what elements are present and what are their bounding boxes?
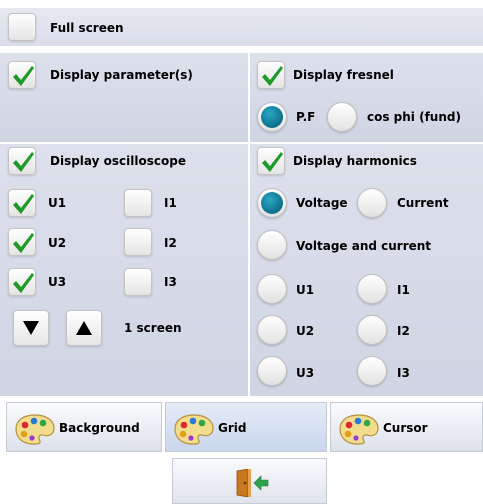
voltage-radio[interactable]: [257, 188, 287, 218]
display-parameters-panel: Display parameter(s): [0, 53, 248, 142]
check-icon: [11, 271, 35, 295]
display-parameters-checkbox[interactable]: [8, 61, 36, 89]
grid-color-button[interactable]: Grid: [165, 402, 327, 452]
background-button-label: Background: [59, 421, 140, 435]
harmonics-u1-radio[interactable]: [257, 274, 287, 304]
check-icon: [11, 64, 35, 88]
screen-up-button[interactable]: [66, 310, 102, 346]
u2-label: U2: [48, 236, 67, 250]
display-oscilloscope-checkbox[interactable]: [8, 147, 36, 175]
current-label: Current: [397, 196, 449, 210]
harmonics-i3-label: I3: [397, 366, 410, 380]
full-screen-row: Full screen: [0, 8, 483, 46]
background-color-button[interactable]: Background: [6, 402, 162, 452]
check-icon: [11, 150, 35, 174]
harmonics-u2-radio[interactable]: [257, 315, 287, 345]
check-icon: [260, 150, 284, 174]
u1-label: U1: [48, 196, 67, 210]
cursor-color-button[interactable]: Cursor: [330, 402, 483, 452]
display-fresnel-label: Display fresnel: [293, 68, 394, 82]
exit-button[interactable]: [172, 458, 327, 504]
oscilloscope-panel: Display oscilloscope U1 I1 U2 I2 U3 I3 1…: [0, 144, 248, 396]
display-parameters-label: Display parameter(s): [50, 68, 193, 82]
cursor-button-label: Cursor: [383, 421, 428, 435]
i2-label: I2: [164, 236, 177, 250]
i1-label: I1: [164, 196, 177, 210]
voltage-label: Voltage: [296, 196, 348, 210]
check-icon: [11, 192, 35, 216]
cos-phi-radio[interactable]: [327, 102, 357, 132]
screen-down-button[interactable]: [13, 310, 49, 346]
display-fresnel-checkbox[interactable]: [257, 61, 285, 89]
grid-button-label: Grid: [218, 421, 247, 435]
pf-radio[interactable]: [257, 102, 287, 132]
harmonics-i2-radio[interactable]: [357, 315, 387, 345]
voltage-and-current-radio[interactable]: [257, 230, 287, 260]
full-screen-label: Full screen: [50, 21, 124, 35]
display-harmonics-label: Display harmonics: [293, 154, 417, 168]
voltage-and-current-label: Voltage and current: [296, 239, 432, 253]
top-spacer: [0, 0, 483, 8]
harmonics-i2-label: I2: [397, 324, 410, 338]
arrow-up-icon: [76, 321, 92, 335]
pf-label: P.F: [296, 110, 316, 124]
harmonics-u2-label: U2: [296, 324, 315, 338]
u2-checkbox[interactable]: [8, 228, 36, 256]
harmonics-u3-label: U3: [296, 366, 315, 380]
full-screen-checkbox[interactable]: [8, 13, 36, 41]
i3-label: I3: [164, 275, 177, 289]
display-harmonics-checkbox[interactable]: [257, 147, 285, 175]
harmonics-panel: Display harmonics Voltage Current Voltag…: [250, 144, 483, 396]
i3-checkbox[interactable]: [124, 268, 152, 296]
palette-icon: [15, 413, 55, 445]
check-icon: [11, 231, 35, 255]
u3-checkbox[interactable]: [8, 268, 36, 296]
u1-checkbox[interactable]: [8, 189, 36, 217]
harmonics-i1-radio[interactable]: [357, 274, 387, 304]
current-radio[interactable]: [357, 188, 387, 218]
i1-checkbox[interactable]: [124, 189, 152, 217]
u3-label: U3: [48, 275, 67, 289]
palette-icon: [174, 413, 214, 445]
harmonics-i1-label: I1: [397, 283, 410, 297]
arrow-down-icon: [23, 321, 39, 335]
cos-phi-label: cos phi (fund): [367, 110, 461, 124]
exit-door-icon: [236, 469, 269, 497]
screen-count-label: 1 screen: [124, 321, 182, 335]
palette-icon: [339, 413, 379, 445]
harmonics-u3-radio[interactable]: [257, 356, 287, 386]
check-icon: [260, 64, 284, 88]
display-fresnel-panel: Display fresnel P.F cos phi (fund): [250, 53, 483, 142]
i2-checkbox[interactable]: [124, 228, 152, 256]
display-oscilloscope-label: Display oscilloscope: [50, 154, 186, 168]
harmonics-u1-label: U1: [296, 283, 315, 297]
harmonics-i3-radio[interactable]: [357, 356, 387, 386]
